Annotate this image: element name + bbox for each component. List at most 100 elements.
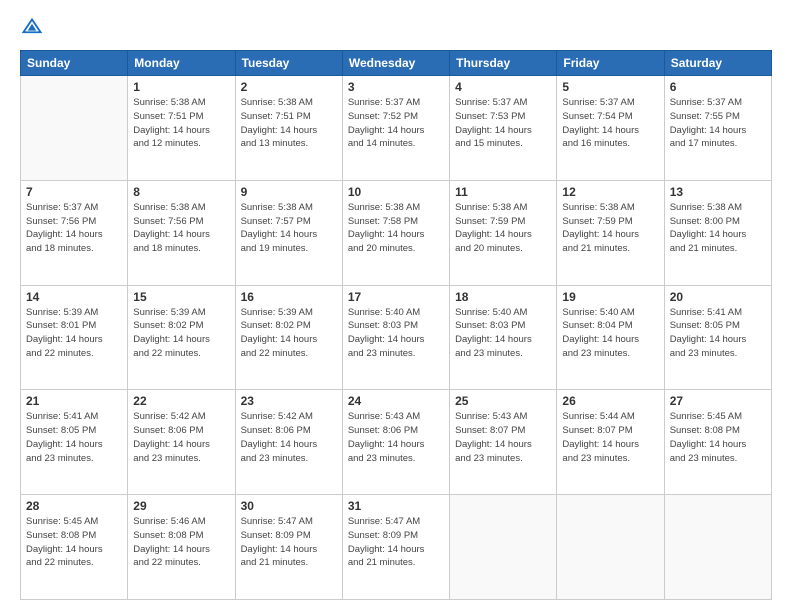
day-number: 3 — [348, 80, 444, 94]
calendar-cell: 27 Sunrise: 5:45 AM Sunset: 8:08 PM Dayli… — [664, 390, 771, 495]
calendar-cell: 7Sunrise: 5:37 AM Sunset: 7:56 PM Daylig… — [21, 180, 128, 285]
day-info: Sunrise: 5:37 AM Sunset: 7:52 PM Dayligh… — [348, 96, 444, 151]
calendar-cell: 21 Sunrise: 5:41 AM Sunset: 8:05 PM Dayli… — [21, 390, 128, 495]
day-of-week-tuesday: Tuesday — [235, 51, 342, 76]
day-info: Sunrise: 5:40 AM Sunset: 8:04 PM Dayligh… — [562, 306, 658, 361]
calendar-cell: 29 Sunrise: 5:46 AM Sunset: 8:08 PM Dayli… — [128, 495, 235, 600]
day-info: Sunrise: 5:41 AM Sunset: 8:05 PM Dayligh… — [26, 410, 122, 465]
day-info: Sunrise: 5:45 AM Sunset: 8:08 PM Dayligh… — [670, 410, 766, 465]
calendar-cell: 14 Sunrise: 5:39 AM Sunset: 8:01 PM Dayli… — [21, 285, 128, 390]
day-info: Sunrise: 5:37 AM Sunset: 7:55 PM Dayligh… — [670, 96, 766, 151]
calendar-cell: 4Sunrise: 5:37 AM Sunset: 7:53 PM Daylig… — [450, 76, 557, 181]
day-info: Sunrise: 5:37 AM Sunset: 7:54 PM Dayligh… — [562, 96, 658, 151]
day-number: 4 — [455, 80, 551, 94]
day-info: Sunrise: 5:39 AM Sunset: 8:02 PM Dayligh… — [133, 306, 229, 361]
day-number: 28 — [26, 499, 122, 513]
day-number: 27 — [670, 394, 766, 408]
calendar-cell — [450, 495, 557, 600]
logo-icon — [20, 16, 44, 40]
day-info: Sunrise: 5:38 AM Sunset: 7:51 PM Dayligh… — [133, 96, 229, 151]
day-info: Sunrise: 5:38 AM Sunset: 8:00 PM Dayligh… — [670, 201, 766, 256]
calendar-cell: 31 Sunrise: 5:47 AM Sunset: 8:09 PM Dayli… — [342, 495, 449, 600]
day-number: 11 — [455, 185, 551, 199]
day-number: 18 — [455, 290, 551, 304]
day-number: 22 — [133, 394, 229, 408]
day-number: 12 — [562, 185, 658, 199]
day-number: 26 — [562, 394, 658, 408]
day-number: 19 — [562, 290, 658, 304]
calendar-cell: 20 Sunrise: 5:41 AM Sunset: 8:05 PM Dayli… — [664, 285, 771, 390]
day-info: Sunrise: 5:39 AM Sunset: 8:01 PM Dayligh… — [26, 306, 122, 361]
calendar-cell: 10 Sunrise: 5:38 AM Sunset: 7:58 PM Dayli… — [342, 180, 449, 285]
calendar-cell: 24 Sunrise: 5:43 AM Sunset: 8:06 PM Dayli… — [342, 390, 449, 495]
calendar-cell: 26 Sunrise: 5:44 AM Sunset: 8:07 PM Dayli… — [557, 390, 664, 495]
day-number: 8 — [133, 185, 229, 199]
calendar-cell: 9Sunrise: 5:38 AM Sunset: 7:57 PM Daylig… — [235, 180, 342, 285]
calendar-cell — [664, 495, 771, 600]
day-info: Sunrise: 5:45 AM Sunset: 8:08 PM Dayligh… — [26, 515, 122, 570]
calendar-cell: 5 Sunrise: 5:37 AM Sunset: 7:54 PM Daylig… — [557, 76, 664, 181]
day-info: Sunrise: 5:38 AM Sunset: 7:58 PM Dayligh… — [348, 201, 444, 256]
header — [20, 16, 772, 40]
calendar-week-row: 21 Sunrise: 5:41 AM Sunset: 8:05 PM Dayli… — [21, 390, 772, 495]
day-info: Sunrise: 5:38 AM Sunset: 7:59 PM Dayligh… — [455, 201, 551, 256]
day-info: Sunrise: 5:43 AM Sunset: 8:07 PM Dayligh… — [455, 410, 551, 465]
calendar-cell: 15Sunrise: 5:39 AM Sunset: 8:02 PM Dayli… — [128, 285, 235, 390]
day-of-week-thursday: Thursday — [450, 51, 557, 76]
calendar-week-row: 14 Sunrise: 5:39 AM Sunset: 8:01 PM Dayli… — [21, 285, 772, 390]
day-number: 29 — [133, 499, 229, 513]
day-number: 5 — [562, 80, 658, 94]
calendar-cell — [21, 76, 128, 181]
day-number: 13 — [670, 185, 766, 199]
calendar-cell: 28 Sunrise: 5:45 AM Sunset: 8:08 PM Dayli… — [21, 495, 128, 600]
calendar-cell: 25 Sunrise: 5:43 AM Sunset: 8:07 PM Dayli… — [450, 390, 557, 495]
day-number: 25 — [455, 394, 551, 408]
day-of-week-friday: Friday — [557, 51, 664, 76]
calendar-week-row: 1 Sunrise: 5:38 AM Sunset: 7:51 PM Daylig… — [21, 76, 772, 181]
day-number: 14 — [26, 290, 122, 304]
calendar-cell: 11 Sunrise: 5:38 AM Sunset: 7:59 PM Dayli… — [450, 180, 557, 285]
day-info: Sunrise: 5:41 AM Sunset: 8:05 PM Dayligh… — [670, 306, 766, 361]
day-number: 17 — [348, 290, 444, 304]
day-info: Sunrise: 5:43 AM Sunset: 8:06 PM Dayligh… — [348, 410, 444, 465]
calendar-cell: 3 Sunrise: 5:37 AM Sunset: 7:52 PM Daylig… — [342, 76, 449, 181]
calendar-cell: 19 Sunrise: 5:40 AM Sunset: 8:04 PM Dayli… — [557, 285, 664, 390]
day-info: Sunrise: 5:47 AM Sunset: 8:09 PM Dayligh… — [348, 515, 444, 570]
day-number: 21 — [26, 394, 122, 408]
calendar-week-row: 28 Sunrise: 5:45 AM Sunset: 8:08 PM Dayli… — [21, 495, 772, 600]
day-number: 20 — [670, 290, 766, 304]
day-of-week-saturday: Saturday — [664, 51, 771, 76]
day-info: Sunrise: 5:38 AM Sunset: 7:56 PM Dayligh… — [133, 201, 229, 256]
day-of-week-monday: Monday — [128, 51, 235, 76]
calendar-cell: 2 Sunrise: 5:38 AM Sunset: 7:51 PM Daylig… — [235, 76, 342, 181]
calendar-cell: 16Sunrise: 5:39 AM Sunset: 8:02 PM Dayli… — [235, 285, 342, 390]
calendar-cell — [557, 495, 664, 600]
day-number: 10 — [348, 185, 444, 199]
day-number: 1 — [133, 80, 229, 94]
calendar-cell: 18Sunrise: 5:40 AM Sunset: 8:03 PM Dayli… — [450, 285, 557, 390]
day-info: Sunrise: 5:42 AM Sunset: 8:06 PM Dayligh… — [133, 410, 229, 465]
day-number: 30 — [241, 499, 337, 513]
calendar-cell: 13 Sunrise: 5:38 AM Sunset: 8:00 PM Dayli… — [664, 180, 771, 285]
day-number: 6 — [670, 80, 766, 94]
calendar-week-row: 7Sunrise: 5:37 AM Sunset: 7:56 PM Daylig… — [21, 180, 772, 285]
calendar-cell: 22 Sunrise: 5:42 AM Sunset: 8:06 PM Dayli… — [128, 390, 235, 495]
day-info: Sunrise: 5:46 AM Sunset: 8:08 PM Dayligh… — [133, 515, 229, 570]
page: SundayMondayTuesdayWednesdayThursdayFrid… — [0, 0, 792, 612]
day-number: 23 — [241, 394, 337, 408]
day-number: 2 — [241, 80, 337, 94]
day-number: 31 — [348, 499, 444, 513]
day-number: 7 — [26, 185, 122, 199]
calendar-cell: 23 Sunrise: 5:42 AM Sunset: 8:06 PM Dayli… — [235, 390, 342, 495]
day-info: Sunrise: 5:47 AM Sunset: 8:09 PM Dayligh… — [241, 515, 337, 570]
day-number: 9 — [241, 185, 337, 199]
day-number: 24 — [348, 394, 444, 408]
calendar-header-row: SundayMondayTuesdayWednesdayThursdayFrid… — [21, 51, 772, 76]
calendar-cell: 30 Sunrise: 5:47 AM Sunset: 8:09 PM Dayli… — [235, 495, 342, 600]
day-info: Sunrise: 5:42 AM Sunset: 8:06 PM Dayligh… — [241, 410, 337, 465]
calendar-cell: 17 Sunrise: 5:40 AM Sunset: 8:03 PM Dayli… — [342, 285, 449, 390]
day-info: Sunrise: 5:44 AM Sunset: 8:07 PM Dayligh… — [562, 410, 658, 465]
day-info: Sunrise: 5:38 AM Sunset: 7:51 PM Dayligh… — [241, 96, 337, 151]
calendar-table: SundayMondayTuesdayWednesdayThursdayFrid… — [20, 50, 772, 600]
day-info: Sunrise: 5:40 AM Sunset: 8:03 PM Dayligh… — [348, 306, 444, 361]
